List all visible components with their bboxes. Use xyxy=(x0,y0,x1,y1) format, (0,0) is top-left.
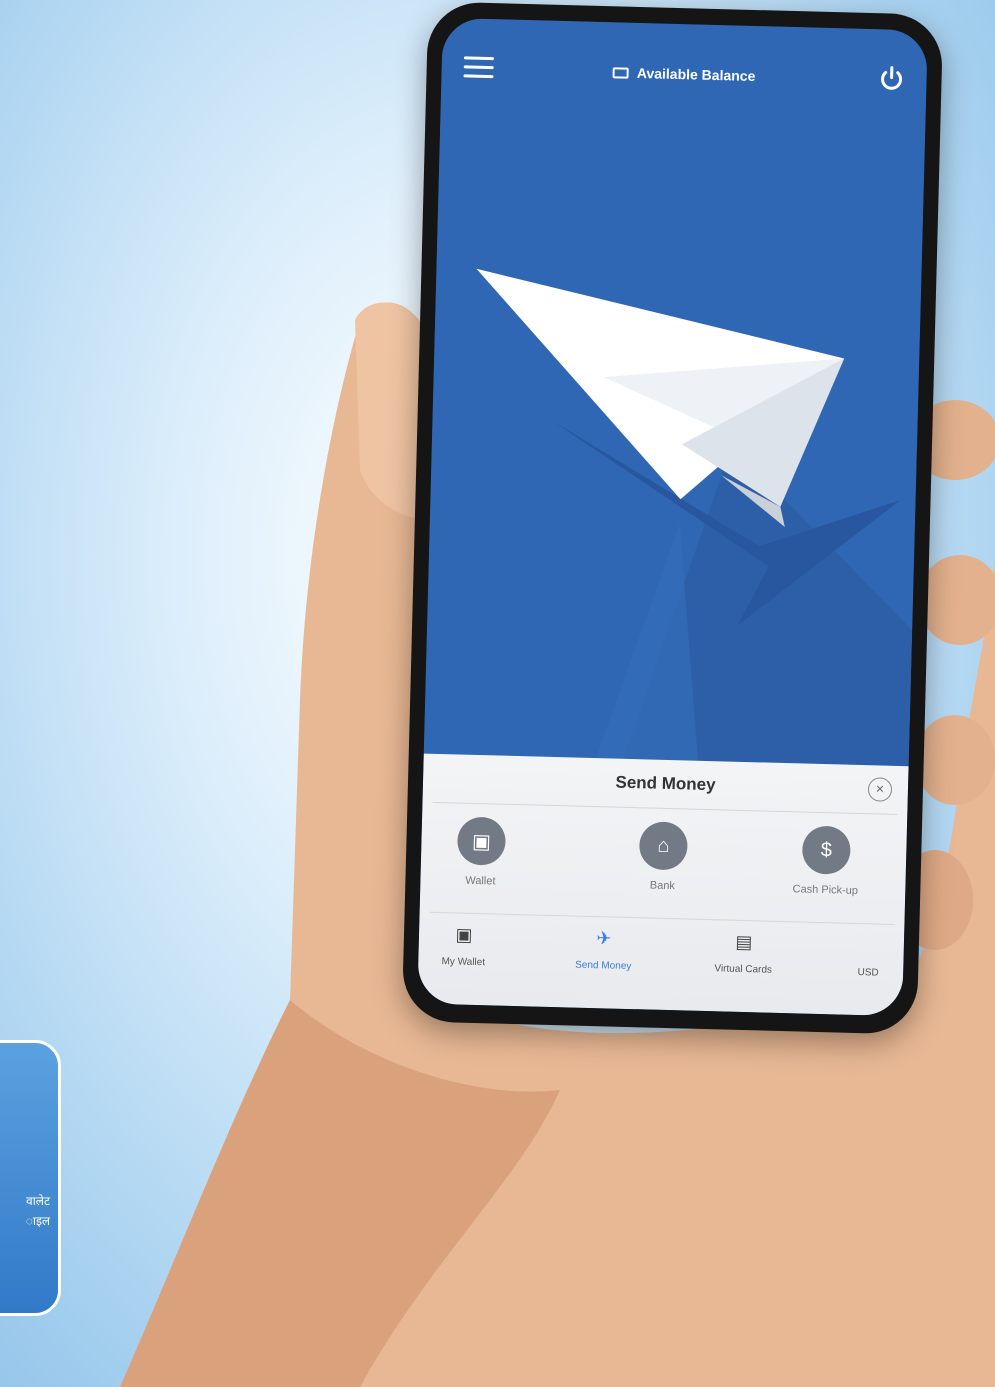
bottom-nav: ▣ My Wallet ✈ Send Money ▤ Virtual Cards… xyxy=(417,924,904,1007)
option-cash-pickup[interactable]: $ Cash Pick-up xyxy=(765,825,887,898)
currency-icon xyxy=(814,934,925,961)
app-screen: Available Balance Send Money × ▣ Wallet … xyxy=(417,17,928,1017)
paper-plane-icon: ✈ xyxy=(596,928,612,949)
send-options: ▣ Wallet ⌂ Bank $ Cash Pick-up xyxy=(420,816,907,919)
callout-line: वालेट xyxy=(26,1194,50,1208)
cash-bag-icon: $ xyxy=(801,825,851,875)
nav-label: My Wallet xyxy=(441,956,486,969)
option-label: Wallet xyxy=(465,874,496,888)
card-icon: ▤ xyxy=(735,931,753,953)
nav-label: Virtual Cards xyxy=(714,963,773,976)
nav-label: Send Money xyxy=(575,959,632,973)
nav-usd[interactable]: USD xyxy=(813,934,924,980)
nav-virtual-cards[interactable]: ▤ Virtual Cards xyxy=(688,931,799,977)
available-balance[interactable]: Available Balance xyxy=(612,64,756,85)
bank-icon: ⌂ xyxy=(638,821,689,871)
option-label: Cash Pick-up xyxy=(792,883,859,897)
info-callout: वालेट ाइल xyxy=(0,1040,61,1316)
divider xyxy=(432,801,898,815)
nav-send-money[interactable]: ✈ Send Money xyxy=(548,927,659,973)
wallet-icon: ▣ xyxy=(455,924,473,945)
hamburger-menu-icon[interactable] xyxy=(463,56,495,79)
power-icon[interactable] xyxy=(876,63,907,94)
option-wallet[interactable]: ▣ Wallet xyxy=(420,816,542,889)
option-label: Bank xyxy=(649,879,676,893)
send-money-sheet: Send Money × ▣ Wallet ⌂ Bank $ Cash Pick… xyxy=(417,753,909,1017)
callout-line: ाइल xyxy=(25,1214,50,1228)
wallet-icon xyxy=(612,66,630,79)
phone-device: Available Balance Send Money × ▣ Wallet … xyxy=(401,1,944,1035)
sheet-title: Send Money xyxy=(615,772,716,795)
wallet-icon: ▣ xyxy=(456,816,507,866)
nav-my-wallet[interactable]: ▣ My Wallet xyxy=(417,923,519,969)
balance-label: Available Balance xyxy=(636,64,756,85)
nav-label: USD xyxy=(857,967,879,979)
option-bank[interactable]: ⌂ Bank xyxy=(602,820,724,893)
